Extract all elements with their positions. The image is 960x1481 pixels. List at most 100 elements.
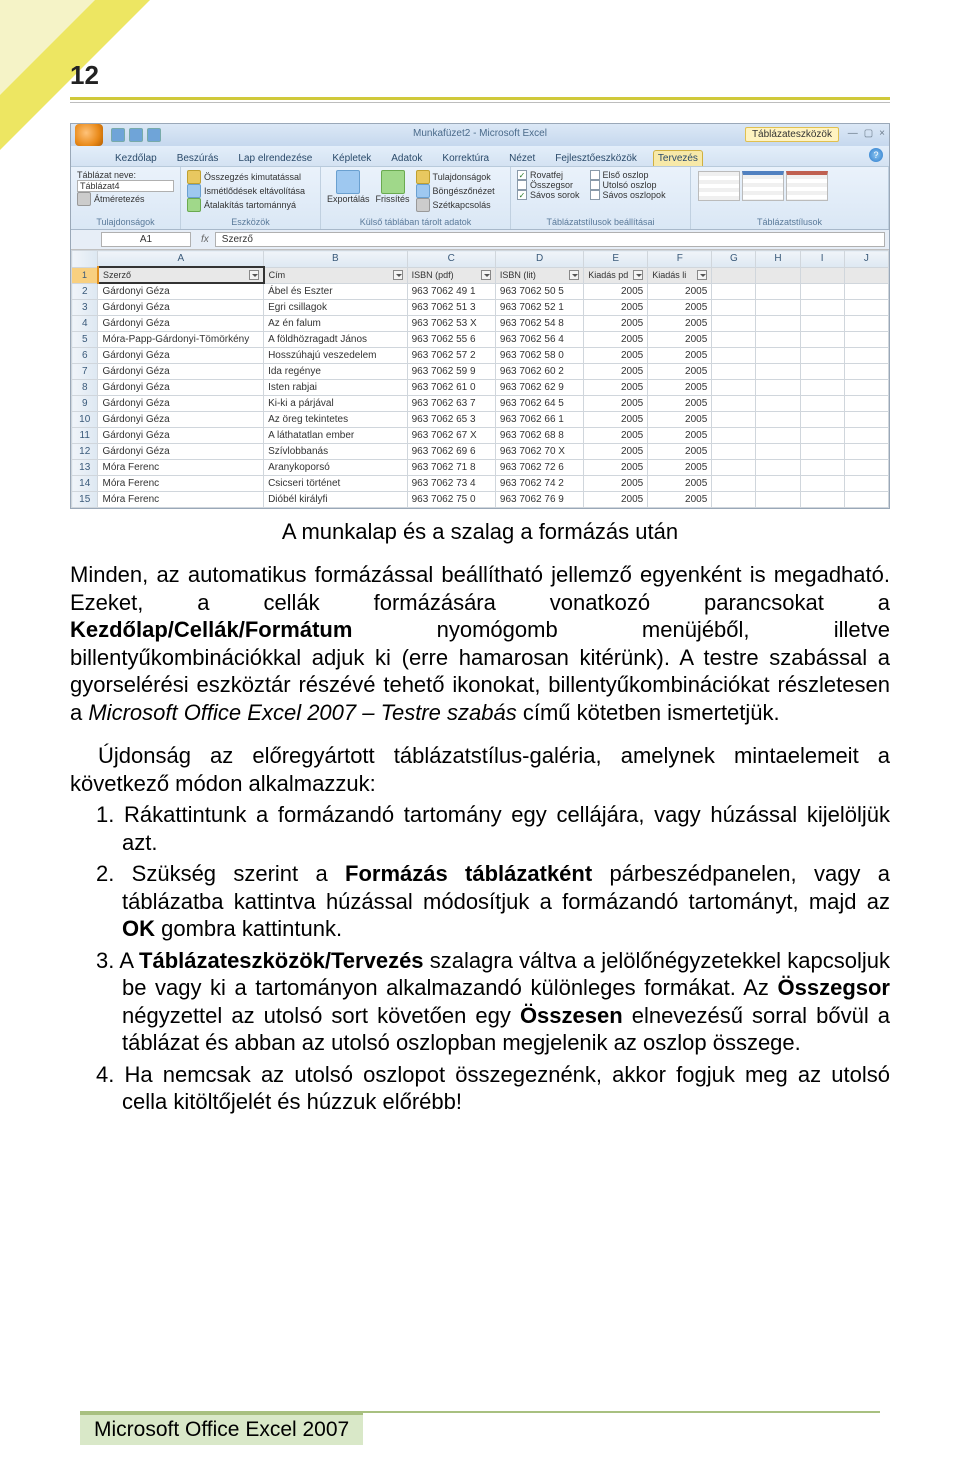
cell[interactable]: A földhözragadt János	[264, 332, 408, 348]
cell[interactable]: 963 7062 58 0	[495, 348, 583, 364]
col-header[interactable]: H	[756, 251, 800, 268]
row-header[interactable]: 13	[72, 460, 98, 476]
cell[interactable]: ISBN (pdf)	[407, 267, 495, 283]
cell[interactable]	[844, 492, 888, 508]
cell[interactable]	[800, 300, 844, 316]
cell[interactable]: 2005	[584, 283, 648, 300]
cell[interactable]: Gárdonyi Géza	[98, 428, 264, 444]
col-header[interactable]: C	[407, 251, 495, 268]
cell[interactable]	[756, 476, 800, 492]
col-header[interactable]: G	[712, 251, 756, 268]
cell[interactable]: A láthatatlan ember	[264, 428, 408, 444]
cell[interactable]: Gárdonyi Géza	[98, 380, 264, 396]
cell[interactable]: 2005	[648, 300, 712, 316]
cell[interactable]: 2005	[648, 428, 712, 444]
cell[interactable]: 963 7062 59 9	[407, 364, 495, 380]
cell[interactable]	[800, 332, 844, 348]
minimize-icon[interactable]: —	[848, 128, 858, 139]
tab-review[interactable]: Korrektúra	[438, 151, 493, 166]
row-header[interactable]: 5	[72, 332, 98, 348]
cell[interactable]	[756, 267, 800, 283]
cell[interactable]	[844, 364, 888, 380]
cell[interactable]: 963 7062 76 9	[495, 492, 583, 508]
cell[interactable]: 963 7062 75 0	[407, 492, 495, 508]
cell[interactable]: 2005	[648, 444, 712, 460]
export-button[interactable]: Exportálás	[327, 194, 370, 204]
cell[interactable]	[712, 267, 756, 283]
filter-dropdown-icon[interactable]	[481, 270, 491, 280]
cell[interactable]	[712, 460, 756, 476]
tab-data[interactable]: Adatok	[387, 151, 426, 166]
cell[interactable]: 2005	[584, 444, 648, 460]
checkbox-total-row[interactable]	[517, 180, 527, 190]
cell[interactable]	[756, 428, 800, 444]
col-header[interactable]: F	[648, 251, 712, 268]
cell[interactable]: 963 7062 64 5	[495, 396, 583, 412]
cell[interactable]: 963 7062 67 X	[407, 428, 495, 444]
convert-range-button[interactable]: Átalakítás tartománnyá	[204, 200, 296, 210]
cell[interactable]: Szívlobbanás	[264, 444, 408, 460]
cell[interactable]	[844, 476, 888, 492]
cell[interactable]: Gárdonyi Géza	[98, 348, 264, 364]
cell[interactable]: 2005	[584, 348, 648, 364]
select-all-cell[interactable]	[72, 251, 98, 268]
tab-layout[interactable]: Lap elrendezése	[234, 151, 316, 166]
cell[interactable]: 2005	[648, 283, 712, 300]
cell[interactable]	[756, 364, 800, 380]
cell[interactable]: 2005	[584, 428, 648, 444]
row-header[interactable]: 8	[72, 380, 98, 396]
cell[interactable]	[756, 348, 800, 364]
cell[interactable]: 963 7062 50 5	[495, 283, 583, 300]
checkbox-header-row[interactable]: ✓	[517, 170, 527, 180]
col-header[interactable]: J	[844, 251, 888, 268]
cell[interactable]	[756, 316, 800, 332]
cell[interactable]: 2005	[648, 332, 712, 348]
cell[interactable]: Gárdonyi Géza	[98, 300, 264, 316]
cell[interactable]	[844, 380, 888, 396]
remove-dup-button[interactable]: Ismétlődések eltávolítása	[204, 186, 305, 196]
cell[interactable]	[844, 316, 888, 332]
checkbox-first-col[interactable]	[590, 170, 600, 180]
table-style-thumb[interactable]	[742, 171, 784, 201]
cell[interactable]: 2005	[584, 412, 648, 428]
cell[interactable]: 2005	[648, 492, 712, 508]
close-icon[interactable]: ×	[879, 128, 885, 139]
cell[interactable]: Ábel és Eszter	[264, 283, 408, 300]
cell[interactable]	[844, 444, 888, 460]
cell[interactable]: 963 7062 68 8	[495, 428, 583, 444]
cell[interactable]	[800, 444, 844, 460]
cell[interactable]: 2005	[584, 396, 648, 412]
export-icon[interactable]	[336, 170, 360, 194]
row-header[interactable]: 3	[72, 300, 98, 316]
formula-input[interactable]: Szerző	[215, 232, 885, 247]
cell[interactable]: Az öreg tekintetes	[264, 412, 408, 428]
cell[interactable]	[844, 396, 888, 412]
cell[interactable]: 963 7062 60 2	[495, 364, 583, 380]
cell[interactable]: Gárdonyi Géza	[98, 283, 264, 300]
cell[interactable]: Ki-ki a párjával	[264, 396, 408, 412]
col-header[interactable]: A	[98, 251, 264, 268]
cell[interactable]: 963 7062 54 8	[495, 316, 583, 332]
maximize-icon[interactable]: ▢	[864, 128, 873, 139]
cell[interactable]: Gárdonyi Géza	[98, 316, 264, 332]
cell[interactable]	[844, 428, 888, 444]
cell[interactable]: Móra Ferenc	[98, 460, 264, 476]
tab-view[interactable]: Nézet	[505, 151, 539, 166]
col-header[interactable]: D	[495, 251, 583, 268]
cell[interactable]: 2005	[584, 316, 648, 332]
cell[interactable]	[756, 396, 800, 412]
cell[interactable]: Csicseri történet	[264, 476, 408, 492]
cell[interactable]: 963 7062 69 6	[407, 444, 495, 460]
cell[interactable]: 963 7062 73 4	[407, 476, 495, 492]
tab-insert[interactable]: Beszúrás	[173, 151, 223, 166]
cell[interactable]	[712, 316, 756, 332]
cell[interactable]: Kiadás pd	[584, 267, 648, 283]
cell[interactable]: 2005	[648, 380, 712, 396]
tab-formulas[interactable]: Képletek	[328, 151, 375, 166]
cell[interactable]: Móra Ferenc	[98, 476, 264, 492]
cell[interactable]: 2005	[584, 380, 648, 396]
filter-dropdown-icon[interactable]	[633, 270, 643, 280]
cell[interactable]: 963 7062 49 1	[407, 283, 495, 300]
cell[interactable]	[712, 428, 756, 444]
cell[interactable]	[712, 412, 756, 428]
